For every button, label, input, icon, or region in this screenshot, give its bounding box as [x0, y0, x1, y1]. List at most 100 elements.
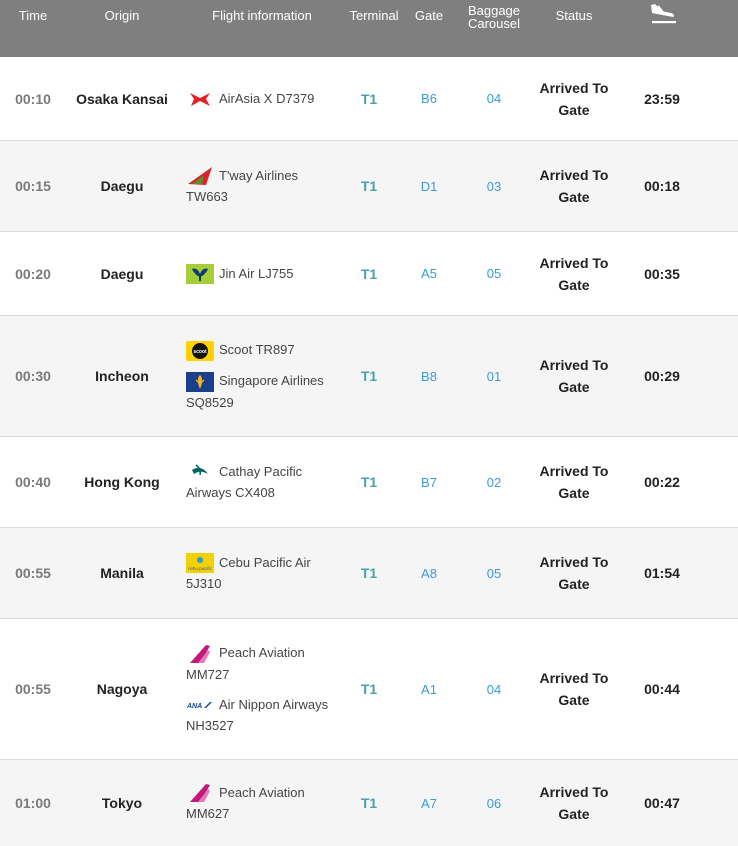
- plane-landing-icon[interactable]: [644, 2, 682, 30]
- table-row[interactable]: 00:40 Hong Kong Cathay Pacific Airways CX…: [0, 437, 738, 528]
- terminal: T1: [360, 90, 378, 107]
- flight-status: Arrived To Gate: [528, 141, 620, 231]
- gate: B7: [421, 474, 437, 490]
- flight-entry[interactable]: T'way Airlines TW663: [186, 165, 336, 208]
- flight-status: Arrived To Gate: [528, 619, 620, 759]
- flight-name: Jin Air LJ755: [219, 265, 294, 281]
- flight-number: NH3527: [186, 718, 234, 734]
- terminal: T1: [360, 265, 378, 282]
- scheduled-time: 00:30: [15, 368, 51, 384]
- gate: B6: [421, 91, 437, 106]
- status-line2: Gate: [558, 692, 590, 708]
- flight-name: T'way Airlines: [219, 167, 299, 183]
- header-origin[interactable]: Origin: [70, 9, 174, 22]
- origin-city: Osaka Kansai: [76, 90, 168, 107]
- flight-info: Jin Air LJ755: [186, 232, 346, 315]
- status-line2: Gate: [558, 485, 590, 501]
- terminal: T1: [360, 474, 378, 490]
- flight-number: SQ8529: [186, 394, 234, 410]
- table-row[interactable]: 00:20 Daegu Jin Air LJ755 T1 A5 05 Arriv…: [0, 232, 738, 316]
- flight-entry[interactable]: scoot Scoot TR897: [186, 339, 336, 361]
- origin-city: Incheon: [95, 368, 149, 384]
- ana-logo-text: ANA: [186, 703, 202, 710]
- baggage-carousel: 01: [486, 368, 502, 384]
- flight-name: Cathay Pacific: [219, 463, 303, 479]
- scheduled-time: 00:55: [15, 681, 51, 697]
- header-flight-info[interactable]: Flight information: [192, 9, 332, 22]
- cathay-pacific-logo-icon: [186, 462, 214, 482]
- table-row[interactable]: 00:15 Daegu T'way Airlines TW663 T1 D1 03…: [0, 141, 738, 232]
- arrivals-table: Time Origin Flight information Terminal …: [0, 0, 738, 846]
- status-line2: Gate: [558, 189, 590, 205]
- baggage-carousel: 06: [486, 795, 502, 811]
- flight-entry[interactable]: Jin Air LJ755: [186, 263, 336, 285]
- flight-name: Scoot TR897: [219, 342, 295, 358]
- header-status[interactable]: Status: [540, 9, 608, 22]
- flight-name: Peach Aviation: [219, 784, 305, 800]
- flight-name: Cebu Pacific Air: [219, 554, 311, 570]
- baggage-carousel: 04: [486, 681, 502, 697]
- origin-city: Daegu: [100, 178, 144, 194]
- terminal: T1: [360, 368, 378, 384]
- status-line1: Arrived To: [539, 167, 609, 183]
- scheduled-time: 01:00: [15, 795, 51, 811]
- flight-status: Arrived To Gate: [528, 316, 620, 436]
- scoot-logo-text: scoot: [193, 349, 207, 355]
- flight-info: Peach Aviation MM627: [186, 760, 346, 846]
- actual-time: 00:35: [644, 265, 680, 282]
- flight-name: Peach Aviation: [219, 644, 305, 660]
- origin-city: Manila: [100, 565, 144, 581]
- airasia-logo-icon: [186, 89, 214, 109]
- flight-number: MM727: [186, 666, 230, 682]
- flight-entry[interactable]: cebu pacific Cebu Pacific Air 5J310: [186, 552, 336, 595]
- flight-entry[interactable]: Peach Aviation MM627: [186, 782, 336, 825]
- terminal: T1: [360, 565, 378, 581]
- baggage-carousel: 05: [486, 266, 502, 281]
- gate: A1: [421, 681, 437, 697]
- baggage-carousel: 02: [486, 474, 502, 490]
- header-gate[interactable]: Gate: [410, 9, 448, 22]
- scoot-logo-icon: scoot: [186, 341, 214, 361]
- flight-entry[interactable]: Singapore Airlines SQ8529: [186, 370, 336, 413]
- flight-number: MM627: [186, 806, 230, 822]
- status-line1: Arrived To: [539, 79, 609, 96]
- header-terminal[interactable]: Terminal: [344, 9, 404, 22]
- jinair-logo-icon: [186, 264, 214, 285]
- origin-city: Hong Kong: [84, 474, 160, 490]
- table-row[interactable]: 00:55 Manila cebu pacific Cebu Pacific A…: [0, 528, 738, 619]
- gate: A7: [421, 795, 437, 811]
- flight-entry[interactable]: Peach Aviation MM727: [186, 642, 336, 685]
- table-row[interactable]: 01:00 Tokyo Peach Aviation MM627 T1 A7 06…: [0, 760, 738, 846]
- scheduled-time: 00:55: [15, 565, 51, 581]
- gate: A8: [421, 565, 437, 581]
- terminal: T1: [360, 178, 378, 194]
- gate: A5: [421, 266, 437, 281]
- flight-number: TW663: [186, 189, 228, 205]
- flight-entry[interactable]: Cathay Pacific Airways CX408: [186, 461, 336, 504]
- flight-name: Air Nippon Airways: [219, 696, 329, 712]
- header-baggage[interactable]: Baggage Carousel: [462, 4, 526, 30]
- flight-info: Cathay Pacific Airways CX408: [186, 437, 346, 527]
- origin-city: Daegu: [100, 265, 144, 282]
- status-line1: Arrived To: [539, 554, 609, 570]
- table-row[interactable]: 00:10 Osaka Kansai AirAsia X D7379 T1 B6…: [0, 57, 738, 141]
- origin-city: Nagoya: [96, 681, 148, 697]
- status-line2: Gate: [558, 379, 590, 395]
- baggage-carousel: 03: [486, 178, 502, 194]
- tway-logo-icon: [186, 166, 214, 186]
- flight-info: cebu pacific Cebu Pacific Air 5J310: [186, 528, 346, 618]
- status-line1: Arrived To: [539, 784, 609, 800]
- actual-time: 00:18: [644, 178, 680, 194]
- actual-time: 00:44: [644, 681, 680, 697]
- table-row[interactable]: 00:30 Incheon scoot Scoot TR897 Singapor…: [0, 316, 738, 437]
- cebu-logo-text: cebu pacific: [188, 566, 213, 571]
- flight-status: Arrived To Gate: [528, 437, 620, 527]
- header-time[interactable]: Time: [0, 9, 66, 22]
- table-row[interactable]: 00:55 Nagoya Peach Aviation MM727 ANA Air…: [0, 619, 738, 760]
- ana-logo-icon: ANA: [186, 695, 214, 715]
- flight-info: Peach Aviation MM727 ANA Air Nippon Airwa…: [186, 619, 346, 759]
- flight-number: 5J310: [186, 576, 222, 592]
- flight-entry[interactable]: ANA Air Nippon Airways NH3527: [186, 694, 336, 737]
- flight-entry[interactable]: AirAsia X D7379: [186, 88, 336, 110]
- scheduled-time: 00:15: [15, 178, 51, 194]
